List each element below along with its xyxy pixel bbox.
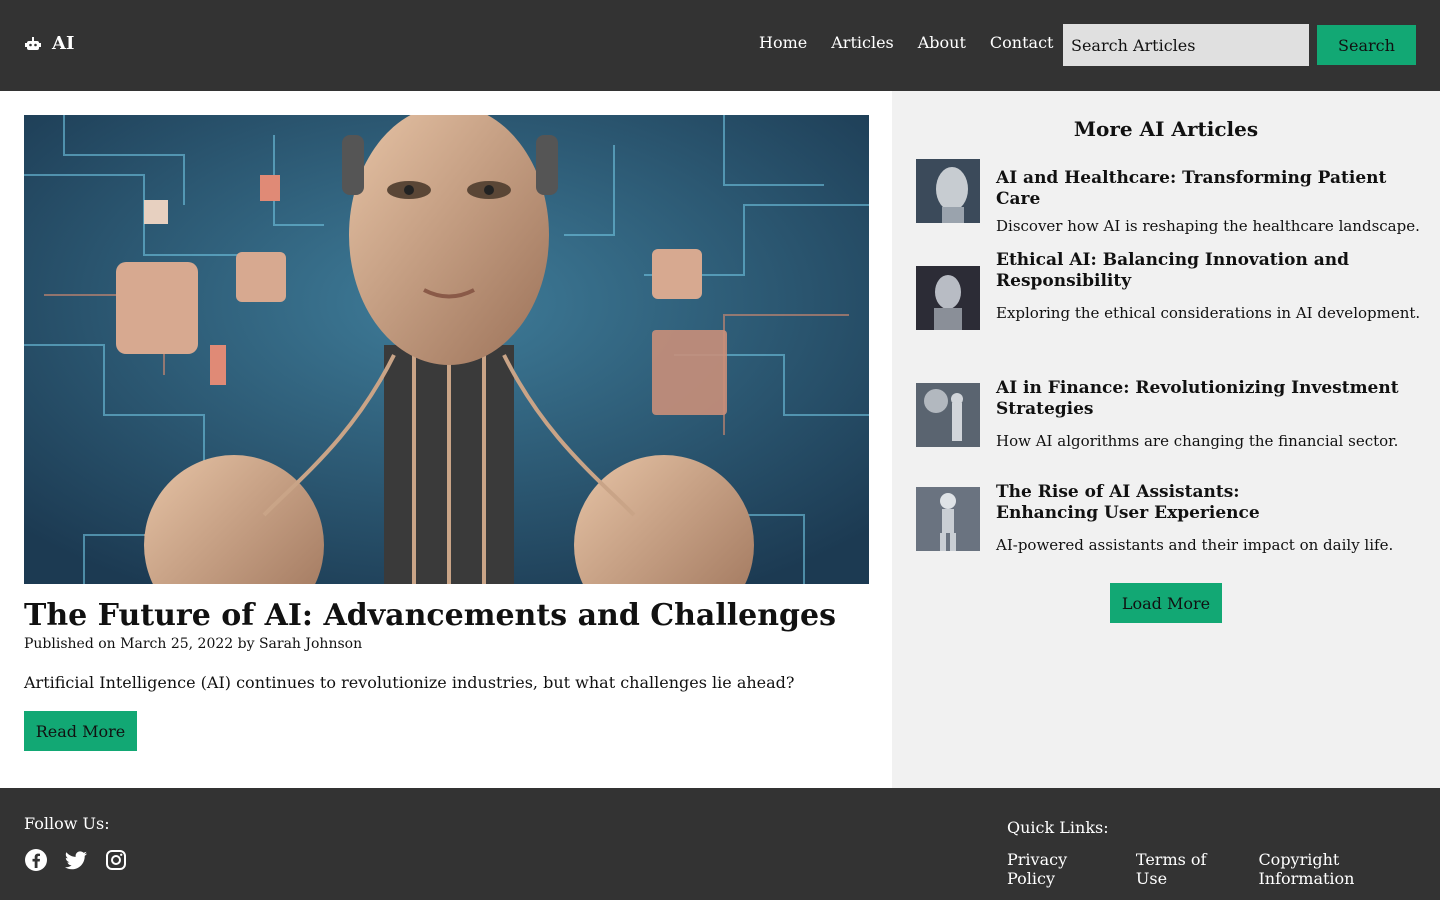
load-more-button[interactable]: Load More <box>1110 583 1222 623</box>
nav-about[interactable]: About <box>918 33 966 52</box>
sidebar-article-title[interactable]: The Rise of AI Assistants: Enhancing Use… <box>996 482 1326 524</box>
article-title: The Future of AI: Advancements and Chall… <box>24 598 837 633</box>
social-links <box>24 848 128 872</box>
article-thumbnail <box>916 159 980 223</box>
main-nav: Home Articles About Contact <box>759 33 1053 52</box>
nav-home[interactable]: Home <box>759 33 807 52</box>
article-thumbnail <box>916 487 980 551</box>
sidebar-article-title[interactable]: AI in Finance: Revolutionizing Investmen… <box>996 378 1426 420</box>
nav-articles[interactable]: Articles <box>831 33 894 52</box>
sidebar-article[interactable]: AI and Healthcare: Transforming Patient … <box>916 159 1426 235</box>
site-logo[interactable]: AI <box>24 33 74 54</box>
nav-contact[interactable]: Contact <box>990 33 1054 52</box>
article-thumbnail <box>916 383 980 447</box>
article-summary: Artificial Intelligence (AI) continues t… <box>24 673 795 692</box>
terms-of-use-link[interactable]: Terms of Use <box>1136 850 1243 888</box>
instagram-icon[interactable] <box>104 848 128 872</box>
twitter-icon[interactable] <box>64 848 88 872</box>
sidebar-article-title[interactable]: Ethical AI: Balancing Innovation and Res… <box>996 250 1426 292</box>
sidebar-article-desc: AI-powered assistants and their impact o… <box>996 536 1394 554</box>
sidebar-title: More AI Articles <box>1073 117 1259 141</box>
hero-image <box>24 115 869 584</box>
sidebar-article-desc: Exploring the ethical considerations in … <box>996 304 1421 322</box>
search-input[interactable] <box>1063 24 1309 66</box>
site-footer: Follow Us: Quick Links: Privacy Policy T… <box>0 788 1440 900</box>
privacy-policy-link[interactable]: Privacy Policy <box>1007 850 1120 888</box>
sidebar-article[interactable]: AI in Finance: Revolutionizing Investmen… <box>916 378 1426 458</box>
sidebar-article-title[interactable]: AI and Healthcare: Transforming Patient … <box>996 168 1426 210</box>
read-more-button[interactable]: Read More <box>24 711 137 751</box>
featured-article: The Future of AI: Advancements and Chall… <box>0 91 892 788</box>
search-button[interactable]: Search <box>1317 25 1416 65</box>
facebook-icon[interactable] <box>24 848 48 872</box>
sidebar-article-desc: Discover how AI is reshaping the healthc… <box>996 217 1420 235</box>
site-header: AI Home Articles About Contact Search <box>0 0 1440 91</box>
sidebar-article[interactable]: Ethical AI: Balancing Innovation and Res… <box>916 250 1426 350</box>
copyright-info-link[interactable]: Copyright Information <box>1258 850 1440 888</box>
sidebar-article[interactable]: The Rise of AI Assistants: Enhancing Use… <box>916 482 1426 562</box>
robot-icon <box>24 35 42 53</box>
follow-label: Follow Us: <box>24 814 110 833</box>
quick-links-label: Quick Links: <box>1007 818 1109 837</box>
logo-text: AI <box>52 33 75 54</box>
sidebar: More AI Articles AI and Healthcare: Tran… <box>892 91 1440 788</box>
article-meta: Published on March 25, 2022 by Sarah Joh… <box>24 636 363 652</box>
article-thumbnail <box>916 266 980 330</box>
quick-links: Privacy Policy Terms of Use Copyright In… <box>1007 850 1440 888</box>
sidebar-article-desc: How AI algorithms are changing the finan… <box>996 432 1399 450</box>
